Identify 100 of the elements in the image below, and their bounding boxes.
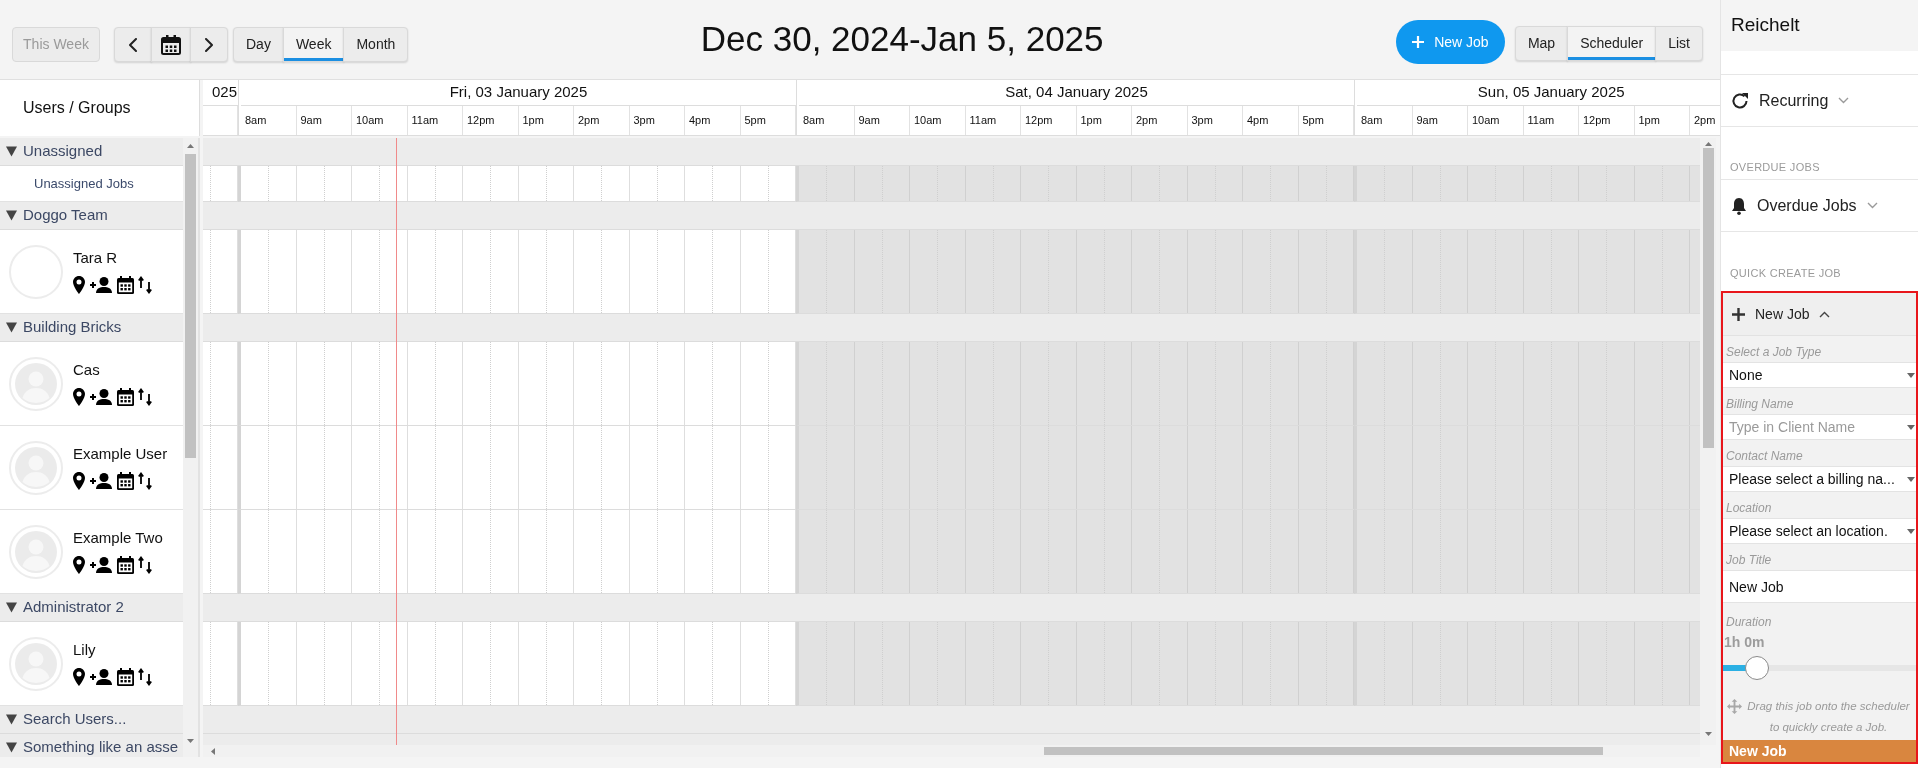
group-name: Administrator 2 <box>23 597 124 618</box>
scrollbar-thumb[interactable] <box>1044 747 1603 755</box>
triangle-down-icon[interactable] <box>6 322 17 333</box>
triangle-down-icon[interactable] <box>6 714 17 725</box>
user-row[interactable]: Tara R <box>0 230 183 314</box>
add-user-icon[interactable] <box>89 473 113 489</box>
scroll-up-icon[interactable] <box>187 144 194 148</box>
view-tab[interactable]: Month <box>343 27 409 62</box>
sort-arrows-icon[interactable] <box>138 388 152 406</box>
sort-arrows-icon[interactable] <box>138 276 152 294</box>
previous-button[interactable] <box>114 27 152 62</box>
user-row[interactable]: Cas <box>0 342 183 426</box>
panel-title: Reichelt <box>1721 0 1918 51</box>
sort-arrows-icon[interactable] <box>138 668 152 686</box>
location-pin-icon[interactable] <box>73 388 85 406</box>
location-pin-icon[interactable] <box>73 276 85 294</box>
group-header[interactable]: Doggo Team <box>0 202 183 230</box>
date-picker-button[interactable] <box>151 27 191 62</box>
user-row[interactable]: Lily <box>0 622 183 706</box>
sort-arrows-icon[interactable] <box>138 556 152 574</box>
schedule-cell[interactable] <box>203 426 238 510</box>
scroll-left-icon[interactable] <box>211 747 215 755</box>
location-pin-icon[interactable] <box>73 472 85 490</box>
duration-slider[interactable] <box>1723 656 1916 680</box>
view-mode-tab[interactable]: List <box>1655 26 1703 61</box>
chevron-down-icon[interactable] <box>1838 97 1850 104</box>
scroll-up-icon[interactable] <box>1704 142 1712 146</box>
schedule-cell[interactable] <box>796 510 1354 594</box>
group-name: Something like an asse <box>23 737 179 757</box>
sidebar-item[interactable]: Unassigned Jobs <box>0 166 183 202</box>
group-name: Search Users... <box>23 709 127 730</box>
schedule-cell[interactable] <box>796 342 1354 426</box>
scrollbar-thumb[interactable] <box>1702 148 1714 448</box>
view-mode-tab[interactable]: Map <box>1514 26 1569 61</box>
group-header[interactable]: Search Users... <box>0 706 183 734</box>
schedule-cell[interactable] <box>796 622 1354 706</box>
group-header[interactable]: Unassigned <box>0 138 183 166</box>
schedule-cell[interactable] <box>238 166 796 202</box>
schedule-cell[interactable] <box>796 426 1354 510</box>
calendar-icon[interactable] <box>117 276 134 294</box>
user-name: Lily <box>73 641 97 659</box>
field-label: Select a Job Type <box>1725 344 1823 361</box>
triangle-down-icon[interactable] <box>6 742 17 753</box>
schedule-cell[interactable] <box>796 230 1354 314</box>
dropdown-field[interactable]: None <box>1723 362 1916 388</box>
triangle-down-icon[interactable] <box>6 602 17 613</box>
dropdown-field[interactable]: Please select an location. <box>1723 518 1916 544</box>
chevron-up-icon[interactable] <box>1819 310 1831 318</box>
calendar-icon[interactable] <box>117 388 134 406</box>
schedule-cell[interactable] <box>796 166 1354 202</box>
bell-icon <box>1731 196 1747 215</box>
calendar-icon[interactable] <box>117 556 134 574</box>
slider-thumb[interactable] <box>1744 656 1769 680</box>
schedule-cell[interactable] <box>238 342 796 426</box>
triangle-down-icon[interactable] <box>6 146 17 157</box>
scroll-down-icon[interactable] <box>187 739 194 743</box>
calendar-icon[interactable] <box>117 472 134 490</box>
location-pin-icon[interactable] <box>73 556 85 574</box>
hour-label: 11am <box>965 106 1021 135</box>
text-field[interactable]: New Job <box>1723 570 1916 603</box>
scrollbar-thumb[interactable] <box>185 154 196 458</box>
hour-label: 8am <box>799 106 855 135</box>
calendar-icon[interactable] <box>117 668 134 686</box>
add-user-icon[interactable] <box>89 277 113 293</box>
view-tab[interactable]: Day <box>233 27 284 62</box>
user-row[interactable]: Example Two <box>0 510 183 594</box>
triangle-down-icon[interactable] <box>6 210 17 221</box>
schedule-cell[interactable] <box>203 230 238 314</box>
caret-icon[interactable] <box>1907 372 1915 378</box>
add-user-icon[interactable] <box>89 669 113 685</box>
dropdown-field[interactable]: Please select a billing na... <box>1723 466 1916 492</box>
view-mode-tab[interactable]: Scheduler <box>1567 26 1657 61</box>
schedule-cell[interactable] <box>238 622 796 706</box>
calendar-icon[interactable] <box>161 34 181 55</box>
schedule-cell[interactable] <box>203 510 238 594</box>
schedule-cell[interactable] <box>203 342 238 426</box>
dropdown-field[interactable]: Type in Client Name <box>1723 414 1916 440</box>
schedule-cell[interactable] <box>238 510 796 594</box>
group-header[interactable]: Something like an asse <box>0 734 183 757</box>
chevron-down-icon[interactable] <box>1866 202 1878 209</box>
schedule-cell[interactable] <box>203 622 238 706</box>
group-header[interactable]: Administrator 2 <box>0 594 183 622</box>
schedule-cell[interactable] <box>203 166 238 202</box>
schedule-cell[interactable] <box>238 230 796 314</box>
caret-icon[interactable] <box>1907 528 1915 534</box>
view-tab[interactable]: Week <box>282 27 345 62</box>
add-user-icon[interactable] <box>89 557 113 573</box>
chevron-left-icon[interactable] <box>129 37 137 52</box>
hour-label: 4pm <box>685 106 741 135</box>
add-user-icon[interactable] <box>89 389 113 405</box>
group-header[interactable]: Building Bricks <box>0 314 183 342</box>
caret-icon[interactable] <box>1907 424 1915 430</box>
user-row[interactable]: Example User <box>0 426 183 510</box>
schedule-cell[interactable] <box>238 426 796 510</box>
scroll-down-icon[interactable] <box>1704 732 1712 736</box>
caret-icon[interactable] <box>1907 476 1915 482</box>
chevron-right-icon[interactable] <box>205 37 213 52</box>
sort-arrows-icon[interactable] <box>138 472 152 490</box>
location-pin-icon[interactable] <box>73 668 85 686</box>
next-button[interactable] <box>190 27 228 62</box>
